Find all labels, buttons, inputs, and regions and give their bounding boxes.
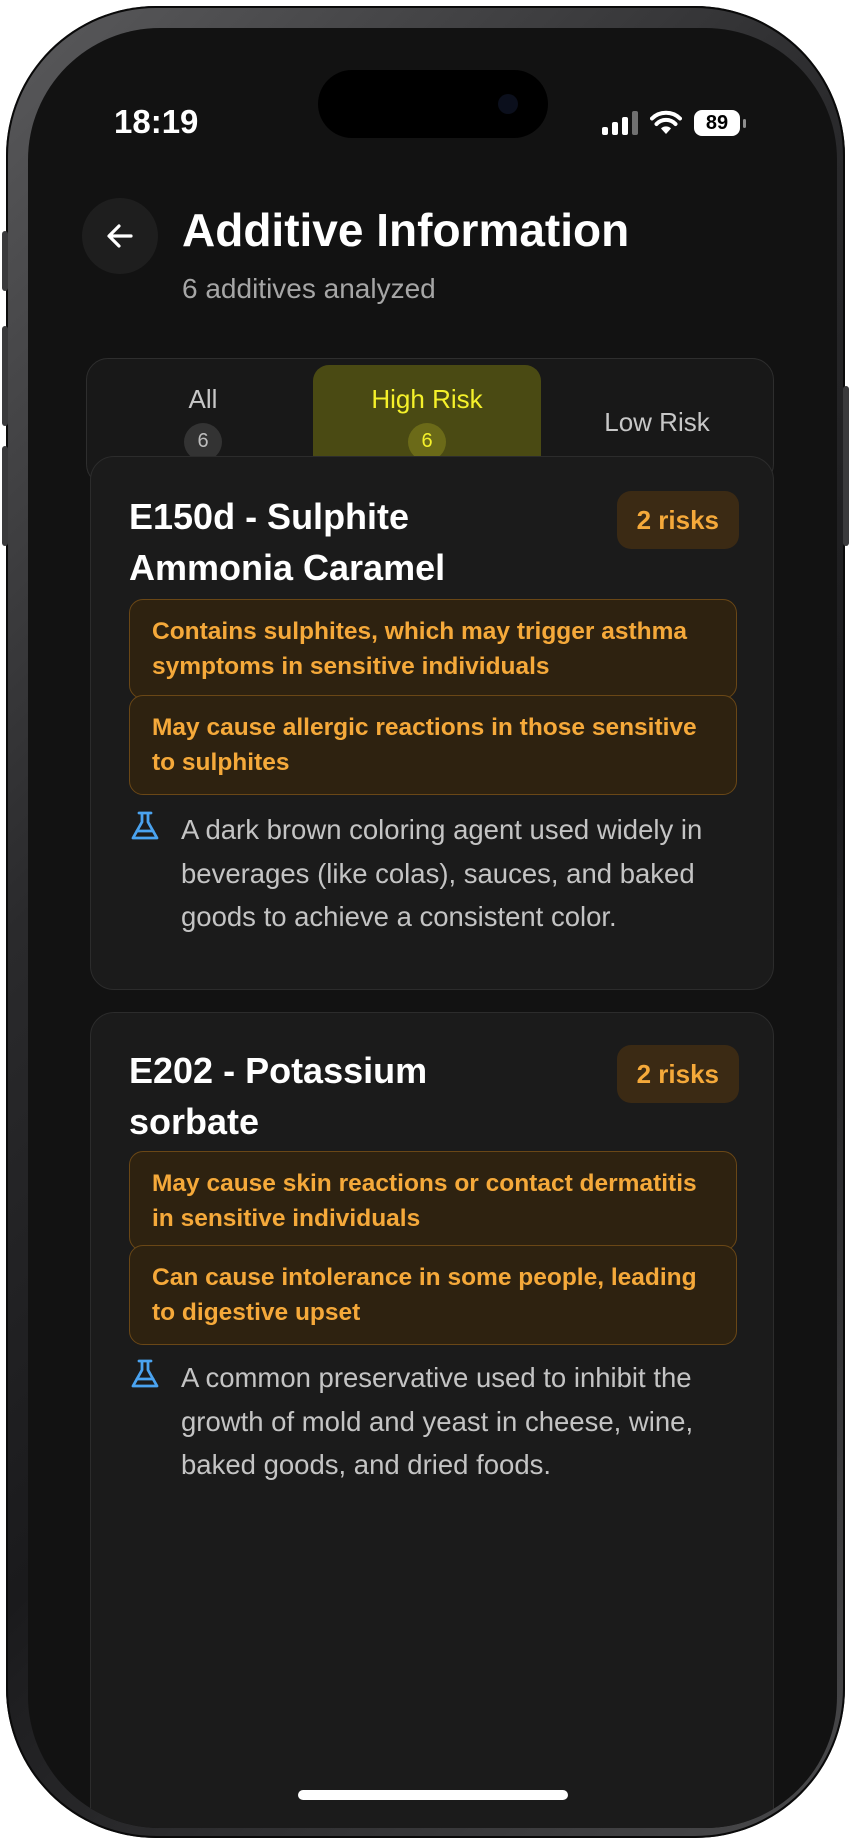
flask-icon <box>131 1359 159 1388</box>
additive-title: E202 - Potassium sorbate <box>129 1050 428 1142</box>
description-text: A common preservative used to inhibit th… <box>181 1362 694 1480</box>
wifi-icon <box>650 110 682 134</box>
volume-down-button <box>2 446 8 546</box>
volume-up-button <box>2 326 8 426</box>
tab-label: All <box>188 383 218 414</box>
home-indicator[interactable] <box>298 1790 568 1800</box>
back-button[interactable] <box>82 198 158 274</box>
additive-card[interactable]: E150d - Sulphite Ammonia Caramel 2 risks… <box>90 456 774 990</box>
front-camera <box>498 94 518 114</box>
risk-item: Contains sulphites, which may trigger as… <box>129 599 737 699</box>
page-subtitle: 6 additives analyzed <box>182 273 436 304</box>
risk-count-badge: 2 risks <box>616 1045 739 1103</box>
additive-description: A dark brown coloring agent used widely … <box>129 808 749 939</box>
tab-count-badge: 6 <box>184 422 222 461</box>
additive-card[interactable]: E202 - Potassium sorbate 2 risks May cau… <box>90 1012 774 1828</box>
status-time: 18:19 <box>114 103 199 140</box>
risk-count-badge: 2 risks <box>616 491 739 549</box>
page-title: Additive Information <box>182 204 630 256</box>
power-button <box>843 386 849 546</box>
risk-item: May cause allergic reactions in those se… <box>129 695 737 795</box>
status-icons: 89 <box>602 106 746 140</box>
dynamic-island <box>318 70 548 138</box>
risk-item: Can cause intolerance in some people, le… <box>129 1245 737 1345</box>
tab-label: High Risk <box>371 383 483 414</box>
flask-icon <box>131 811 159 840</box>
cellular-signal-icon <box>602 111 638 135</box>
tab-label: Low Risk <box>604 406 710 437</box>
additive-description: A common preservative used to inhibit th… <box>129 1356 749 1487</box>
phone-frame: 18:19 89 Additive Information 6 additive… <box>2 6 849 1838</box>
description-text: A dark brown coloring agent used widely … <box>181 814 703 932</box>
additive-title: E150d - Sulphite Ammonia Caramel <box>129 496 446 588</box>
app-screen: 18:19 89 Additive Information 6 additive… <box>28 28 837 1828</box>
arrow-left-icon <box>107 224 133 248</box>
tab-count-badge: 6 <box>408 422 446 461</box>
battery-indicator: 89 <box>694 110 746 136</box>
action-button <box>2 231 8 291</box>
risk-item: May cause skin reactions or contact derm… <box>129 1151 737 1251</box>
